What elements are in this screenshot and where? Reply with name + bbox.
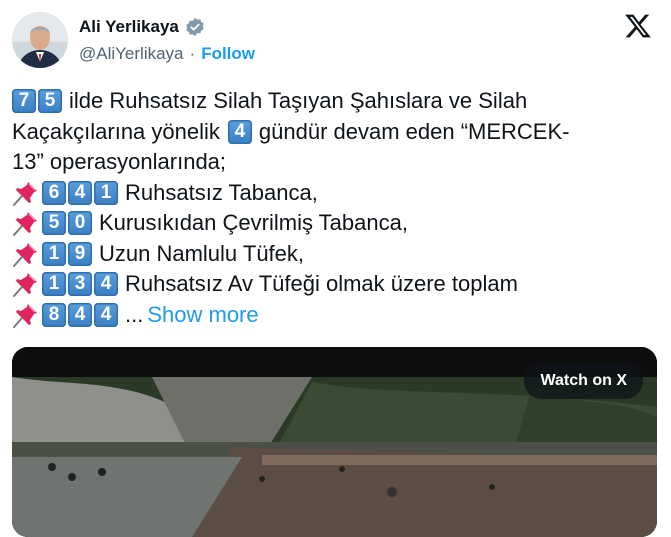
tweet-line-text: Kaçakçılarına yönelik (12, 118, 220, 144)
tweet-line-text: Kurusıkıdan Çevrilmiş Tabanca, (99, 210, 408, 235)
tweet-line: Kaçakçılarına yönelik 4 gündür devam eden … (12, 117, 652, 148)
keycap-digit: 3 (68, 272, 92, 297)
keycap-digit: 0 (68, 211, 92, 236)
user-handle[interactable]: @AliYerlikaya (79, 44, 184, 64)
tweet-line: 8 4 4... Show more (12, 300, 652, 331)
keycap-digit: 4 (94, 302, 118, 327)
pushpin-icon (13, 181, 37, 206)
tweet-line: 1 9 Uzun Namlulu Tüfek, (12, 239, 652, 270)
keycap-digit: 4 (94, 272, 118, 297)
tweet-line: 7 5 ilde Ruhsatsız Silah Taşıyan Şahıslara… (12, 86, 652, 117)
display-name[interactable]: Ali Yerlikaya (79, 17, 179, 37)
keycap-digit: 7 (12, 89, 36, 114)
keycap-digit: 1 (42, 241, 66, 266)
keycap-digit: 1 (42, 272, 66, 297)
tweet-line: 13” operasyonlarında; (12, 147, 652, 178)
display-name-row: Ali Yerlikaya (79, 17, 205, 37)
avatar-image (12, 12, 68, 68)
tweet-line-text: Ruhsatsız Av Tüfeği olmak üzere toplam (125, 271, 518, 296)
handle-row: @AliYerlikaya · Follow (79, 44, 255, 64)
tweet-line: 5 0 Kurusıkıdan Çevrilmiş Tabanca, (12, 208, 652, 239)
tweet-line: 1 3 4 Ruhsatsız Av Tüfeği olmak üzere topla… (12, 269, 652, 300)
show-more-link[interactable]: Show more (147, 300, 258, 331)
keycap-digit: 9 (68, 241, 92, 266)
x-logo-icon[interactable] (623, 12, 653, 40)
keycap-digit: 5 (38, 89, 62, 114)
tweet-line-text: 13” operasyonlarında; (12, 149, 227, 174)
tweet-text: 7 5 ilde Ruhsatsız Silah Taşıyan Şahıslara… (12, 86, 652, 330)
pushpin-icon (13, 273, 37, 298)
tweet-line-text: Uzun Namlulu Tüfek, (99, 240, 305, 266)
pushpin-icon (13, 212, 37, 237)
keycap-digit: 4 (227, 119, 252, 144)
keycap-digit: 8 (42, 302, 66, 327)
tweet-line: 6 4 1 Ruhsatsız Tabanca, (12, 178, 652, 209)
keycap-digit: 4 (68, 302, 92, 327)
watch-on-x-button[interactable]: Watch on X (524, 363, 643, 399)
tweet-line-text: gündür devam eden “MERCEK- (258, 118, 570, 144)
video-media[interactable]: Watch on X (12, 347, 657, 537)
keycap-digit: 6 (42, 180, 66, 205)
tweet-line-text: ilde Ruhsatsız Silah Taşıyan Şahıslara v… (69, 88, 528, 113)
avatar[interactable] (12, 12, 68, 68)
separator-dot: · (189, 44, 196, 63)
follow-button[interactable]: Follow (201, 44, 255, 64)
keycap-digit: 4 (68, 180, 92, 205)
tweet-line-text: Ruhsatsız Tabanca, (125, 179, 318, 205)
keycap-digit: 5 (42, 211, 66, 236)
keycap-digit: 1 (94, 180, 118, 205)
pushpin-icon (13, 303, 37, 328)
verified-badge-icon (186, 17, 204, 37)
pushpin-icon (13, 242, 37, 267)
tweet-line-text: ... (125, 301, 144, 327)
